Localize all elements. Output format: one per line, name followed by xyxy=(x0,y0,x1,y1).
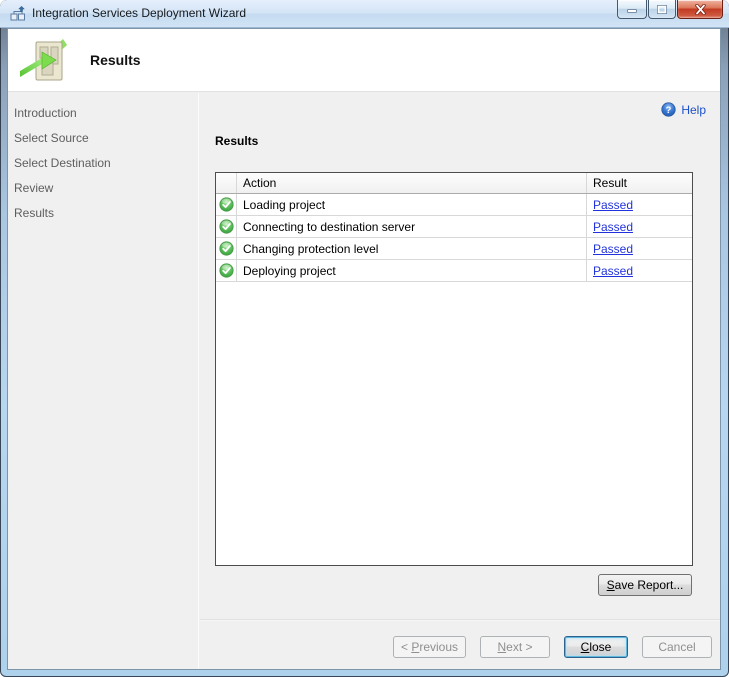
success-icon xyxy=(219,219,234,234)
svg-text:?: ? xyxy=(666,105,672,115)
label-rest: ext > xyxy=(506,640,533,654)
action-cell: Changing protection level xyxy=(236,238,586,259)
sidebar-item-introduction[interactable]: Introduction xyxy=(8,101,198,126)
table-row: Deploying project Passed xyxy=(216,260,692,282)
close-button[interactable]: Close xyxy=(564,636,628,658)
column-header-action: Action xyxy=(236,173,586,193)
minimize-icon[interactable] xyxy=(617,0,647,19)
main-panel: ? Help Results Action Result Loading pro… xyxy=(200,93,720,669)
table-row: Loading project Passed xyxy=(216,194,692,216)
next-label: Next > xyxy=(497,640,532,654)
table-row: Connecting to destination server Passed xyxy=(216,216,692,238)
wizard-window: Integration Services Deployment Wizard R… xyxy=(0,0,729,677)
results-table: Action Result Loading project Passed Con… xyxy=(215,172,693,566)
column-header-result: Result xyxy=(586,173,692,193)
save-report-button[interactable]: Save Report... xyxy=(598,574,692,596)
titlebar: Integration Services Deployment Wizard xyxy=(0,0,729,28)
help-link[interactable]: ? Help xyxy=(661,102,706,117)
header-band: Results xyxy=(8,29,720,92)
passed-link[interactable]: Passed xyxy=(593,264,633,278)
success-icon xyxy=(219,197,234,212)
label-rest: ave Report... xyxy=(614,578,684,592)
passed-link[interactable]: Passed xyxy=(593,220,633,234)
sidebar-item-results[interactable]: Results xyxy=(8,201,198,226)
success-icon xyxy=(219,241,234,256)
sidebar-item-select-destination[interactable]: Select Destination xyxy=(8,151,198,176)
cancel-label: Cancel xyxy=(658,640,696,654)
help-label: Help xyxy=(681,102,706,117)
previous-label: < Previous xyxy=(401,640,458,654)
sidebar-item-select-source[interactable]: Select Source xyxy=(8,126,198,151)
action-cell: Deploying project xyxy=(236,260,586,281)
close-label: Close xyxy=(581,640,612,654)
passed-link[interactable]: Passed xyxy=(593,198,633,212)
label-rest: lose xyxy=(589,640,612,654)
passed-link[interactable]: Passed xyxy=(593,242,633,256)
wizard-steps-sidebar: Introduction Select Source Select Destin… xyxy=(8,93,199,669)
sidebar-item-review[interactable]: Review xyxy=(8,176,198,201)
window-title: Integration Services Deployment Wizard xyxy=(32,5,247,20)
results-section-label: Results xyxy=(215,134,259,148)
help-icon: ? xyxy=(661,102,676,117)
next-button[interactable]: Next > xyxy=(480,636,550,658)
accel-letter: N xyxy=(497,640,507,654)
page-title: Results xyxy=(90,52,141,68)
table-header-row: Action Result xyxy=(216,173,692,194)
footer-buttons: < Previous Next > Close Cancel xyxy=(393,636,712,658)
footer-separator xyxy=(200,619,720,621)
close-window-icon[interactable] xyxy=(677,0,723,19)
dialog-body: Results Introduction Select Source Selec… xyxy=(7,28,721,670)
column-header-status xyxy=(216,173,236,193)
deployment-icon xyxy=(20,39,67,81)
table-empty-area xyxy=(216,282,692,565)
label-rest: revious xyxy=(419,640,459,654)
previous-button[interactable]: < Previous xyxy=(393,636,466,658)
caption-buttons xyxy=(617,0,723,19)
label-pre: < xyxy=(400,640,412,654)
cancel-button[interactable]: Cancel xyxy=(642,636,712,658)
app-icon xyxy=(10,5,25,20)
action-cell: Loading project xyxy=(236,194,586,215)
accel-letter: S xyxy=(606,578,615,592)
success-icon xyxy=(219,263,234,278)
maximize-icon[interactable] xyxy=(648,0,676,19)
save-report-label: Save Report... xyxy=(607,578,684,592)
action-cell: Connecting to destination server xyxy=(236,216,586,237)
table-row: Changing protection level Passed xyxy=(216,238,692,260)
